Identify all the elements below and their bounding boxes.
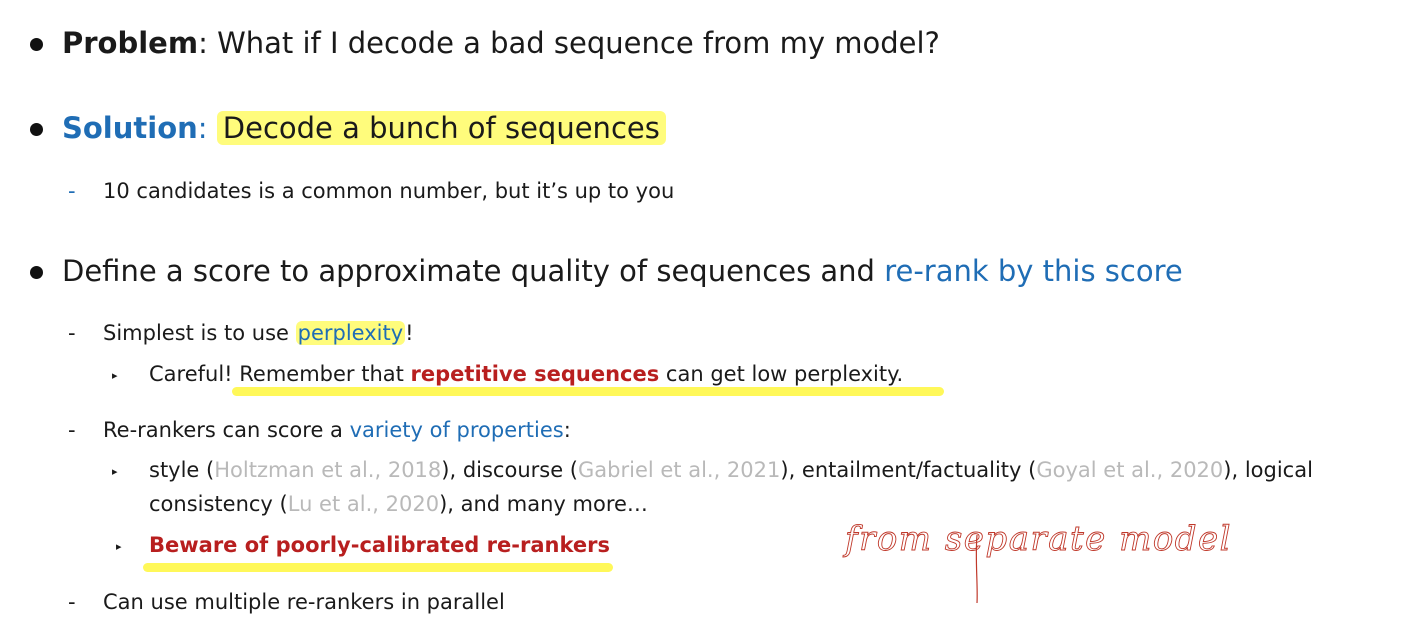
style-line-2: consistency (Lu et al., 2020), and many … xyxy=(149,492,648,516)
define-text: Define a score to approximate quality of… xyxy=(62,254,885,288)
citation-lu: Lu et al., 2020 xyxy=(287,492,440,516)
highlight-underline xyxy=(232,387,944,396)
style-t4: ), logical xyxy=(1223,458,1313,482)
triangle-bullet-icon: ▸ xyxy=(112,369,118,382)
rerankers-line: Re-rankers can score a variety of proper… xyxy=(103,418,571,442)
citation-goyal: Goyal et al., 2020 xyxy=(1036,458,1224,482)
perplexity-highlighted: perplexity xyxy=(295,321,406,345)
bullet-dot xyxy=(30,266,43,279)
simplest-suffix: ! xyxy=(405,321,414,345)
define-link: re-rank by this score xyxy=(884,254,1183,288)
rerankers-link: variety of properties xyxy=(349,418,564,442)
solution-text-highlighted: Decode a bunch of sequences xyxy=(216,111,666,145)
highlight-underline xyxy=(143,563,613,572)
solution-subpoint: 10 candidates is a common number, but it… xyxy=(103,179,675,203)
triangle-bullet-icon: ▸ xyxy=(116,540,122,553)
rerankers-prefix: Re-rankers can score a xyxy=(103,418,350,442)
style-t2: ), discourse ( xyxy=(441,458,578,482)
bullet-dot xyxy=(30,123,43,136)
problem-line: Problem: What if I decode a bad sequence… xyxy=(62,26,940,60)
triangle-bullet-icon: ▸ xyxy=(112,465,118,478)
careful-prefix: Careful! Remember that xyxy=(149,362,411,386)
careful-suffix: can get low perplexity. xyxy=(659,362,904,386)
beware-line: Beware of poorly-calibrated re-rankers xyxy=(149,533,610,557)
simplest-line: Simplest is to use perplexity! xyxy=(103,321,414,345)
style-line-1: style (Holtzman et al., 2018), discourse… xyxy=(149,458,1313,482)
solution-line: Solution: Decode a bunch of sequences xyxy=(62,111,666,145)
handwritten-annotation-text: from separate model xyxy=(842,519,1232,559)
multiple-line: Can use multiple re-rankers in parallel xyxy=(103,590,505,614)
handwritten-annotation: from separate model xyxy=(842,519,1232,604)
citation-gabriel: Gabriel et al., 2021 xyxy=(578,458,781,482)
style-t6: ), and many more… xyxy=(439,492,648,516)
define-line: Define a score to approximate quality of… xyxy=(62,254,1183,288)
careful-line: Careful! Remember that repetitive sequen… xyxy=(149,362,903,386)
style-t3: ), entailment/factuality ( xyxy=(780,458,1037,482)
style-t1: style ( xyxy=(149,458,215,482)
problem-text: : What if I decode a bad sequence from m… xyxy=(198,26,940,60)
careful-emph: repetitive sequences xyxy=(410,362,660,386)
bullet-dot xyxy=(30,38,43,51)
solution-label: Solution xyxy=(62,111,198,145)
rerankers-suffix: : xyxy=(563,418,571,442)
dash-marker: - xyxy=(68,321,76,345)
simplest-prefix: Simplest is to use xyxy=(103,321,296,345)
problem-label: Problem xyxy=(62,26,199,60)
dash-marker: - xyxy=(68,590,76,614)
dash-marker: - xyxy=(68,418,76,442)
citation-holtzman: Holtzman et al., 2018 xyxy=(214,458,442,482)
dash-marker: - xyxy=(68,179,76,203)
style-t5: consistency ( xyxy=(149,492,288,516)
solution-colon: : xyxy=(197,111,217,145)
